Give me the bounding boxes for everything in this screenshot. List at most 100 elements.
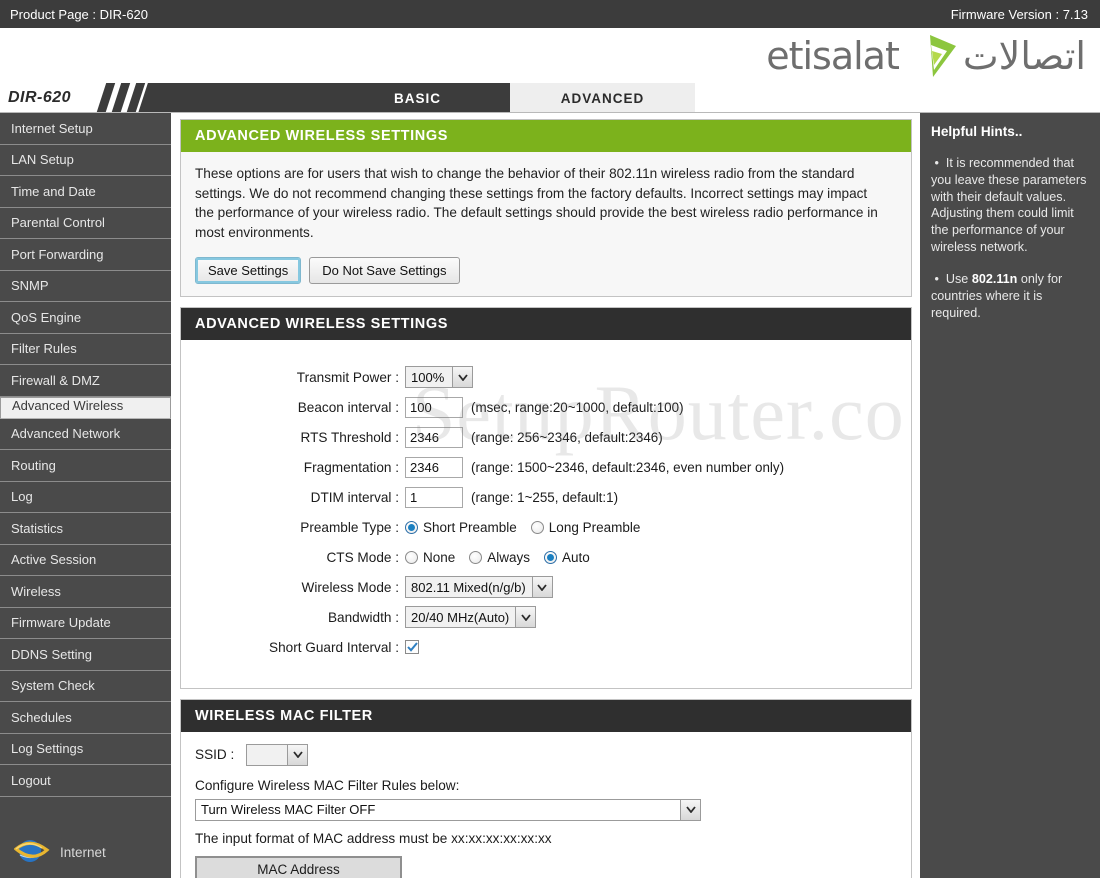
field-bandwidth: Bandwidth : 20/40 MHz(Auto): [195, 606, 897, 629]
sidebar-item-parental-control[interactable]: Parental Control: [0, 207, 171, 239]
page-body: Internet Setup LAN Setup Time and Date P…: [0, 113, 1100, 878]
tab-basic[interactable]: BASIC: [325, 83, 510, 113]
field-preamble-type: Preamble Type : Short Preamble Long Prea…: [195, 516, 897, 539]
brand-name-arabic: اتصالات: [962, 33, 1087, 78]
transmit-power-label: Transmit Power :: [296, 369, 399, 385]
field-wireless-mode: Wireless Mode : 802.11 Mixed(n/g/b): [195, 576, 897, 599]
helpful-hints-sidebar: Helpful Hints.. • It is recommended that…: [920, 113, 1100, 878]
sidebar-item-port-forwarding[interactable]: Port Forwarding: [0, 239, 171, 271]
configure-rules-label: Configure Wireless MAC Filter Rules belo…: [195, 777, 460, 793]
radio-icon: [405, 550, 418, 564]
beacon-interval-input[interactable]: [405, 396, 463, 418]
hints-title: Helpful Hints..: [931, 124, 1023, 139]
rts-threshold-input[interactable]: [405, 426, 463, 448]
field-beacon-interval: Beacon interval : (msec, range:20~1000, …: [195, 396, 897, 419]
nav-slash-decoration: [95, 83, 155, 113]
bandwidth-select[interactable]: 20/40 MHz(Auto): [405, 606, 537, 629]
sidebar-item-advanced-network[interactable]: Advanced Network: [0, 418, 171, 450]
intro-panel-body: These options are for users that wish to…: [181, 152, 911, 296]
sidebar-item-statistics[interactable]: Statistics: [0, 513, 171, 545]
sidebar-item-active-session[interactable]: Active Session: [0, 544, 171, 576]
short-guard-interval-label: Short Guard Interval :: [269, 639, 399, 655]
cts-none-option[interactable]: None: [405, 550, 455, 565]
field-transmit-power: Transmit Power : 100%: [195, 366, 897, 389]
transmit-power-value: 100%: [406, 367, 452, 388]
dtim-interval-input[interactable]: [405, 486, 463, 508]
sidebar-item-wireless[interactable]: Wireless: [0, 576, 171, 608]
sidebar-item-internet-setup[interactable]: Internet Setup: [0, 113, 171, 145]
save-settings-button[interactable]: Save Settings: [195, 256, 302, 284]
fragmentation-input[interactable]: [405, 456, 463, 478]
sidebar-item-logout[interactable]: Logout: [0, 765, 171, 797]
fragmentation-hint: (range: 1500~2346, default:2346, even nu…: [471, 459, 785, 475]
left-sidebar: Internet Setup LAN Setup Time and Date P…: [0, 113, 172, 878]
brand-band: etisalat اتصالات: [0, 28, 1100, 83]
radio-icon: [530, 520, 544, 534]
sidebar-item-routing[interactable]: Routing: [0, 450, 171, 482]
internet-globe-icon: [13, 835, 50, 870]
hint-text-1: It is recommended that you leave these p…: [931, 156, 1087, 254]
sidebar-item-firmware-update[interactable]: Firmware Update: [0, 607, 171, 639]
sidebar-item-lan-setup[interactable]: LAN Setup: [0, 144, 171, 176]
mac-filter-rule-value: Turn Wireless MAC Filter OFF: [196, 799, 680, 820]
chevron-down-icon: [531, 577, 552, 598]
nav-right-fill: [695, 83, 1100, 113]
transmit-power-select[interactable]: 100%: [405, 366, 473, 389]
wireless-mode-value: 802.11 Mixed(n/g/b): [406, 577, 532, 598]
sidebar-item-filter-rules[interactable]: Filter Rules: [0, 333, 171, 365]
chevron-down-icon: [515, 607, 536, 628]
tab-advanced[interactable]: ADVANCED: [510, 83, 695, 113]
field-fragmentation: Fragmentation : (range: 1500~2346, defau…: [195, 456, 897, 479]
bandwidth-value: 20/40 MHz(Auto): [406, 607, 516, 628]
sidebar-item-qos-engine[interactable]: QoS Engine: [0, 302, 171, 334]
rts-threshold-hint: (range: 256~2346, default:2346): [471, 429, 663, 445]
internet-status-label: Internet: [60, 845, 106, 860]
settings-form: Transmit Power : 100% Beacon interval :: [195, 352, 897, 676]
sidebar-item-firewall-dmz[interactable]: Firewall & DMZ: [0, 365, 171, 397]
cts-mode-label: CTS Mode :: [326, 549, 399, 565]
sidebar-item-log[interactable]: Log: [0, 481, 171, 513]
sidebar-item-time-and-date[interactable]: Time and Date: [0, 176, 171, 208]
ssid-label: SSID :: [195, 747, 235, 763]
etisalat-mark-icon: [903, 33, 959, 79]
sidebar-item-schedules[interactable]: Schedules: [0, 702, 171, 734]
intro-button-row: Save Settings Do Not Save Settings: [195, 256, 897, 284]
mac-filter-rule-select[interactable]: Turn Wireless MAC Filter OFF: [195, 798, 701, 821]
cts-auto-option[interactable]: Auto: [544, 550, 590, 565]
preamble-long-option[interactable]: Long Preamble: [530, 520, 640, 535]
sidebar-item-snmp[interactable]: SNMP: [0, 270, 171, 302]
settings-panel-body: Transmit Power : 100% Beacon interval :: [181, 339, 911, 688]
bandwidth-label: Bandwidth :: [327, 609, 399, 625]
intro-description: These options are for users that wish to…: [195, 166, 878, 241]
sidebar-item-log-settings[interactable]: Log Settings: [0, 733, 171, 765]
cts-always-label: Always: [487, 549, 531, 565]
ssid-select[interactable]: [246, 743, 309, 766]
cts-auto-label: Auto: [562, 549, 590, 565]
main-content: ADVANCED WIRELESS SETTINGS These options…: [172, 113, 920, 878]
sidebar-status-area: Internet: [0, 796, 171, 878]
preamble-type-label: Preamble Type :: [300, 519, 399, 535]
wireless-mode-label: Wireless Mode :: [301, 579, 399, 595]
main-nav-strip: DIR-620 BASIC ADVANCED: [0, 83, 1100, 113]
wireless-mac-filter-panel: WIRELESS MAC FILTER SSID : Configure Wir…: [180, 698, 912, 878]
short-guard-interval-checkbox[interactable]: [405, 640, 419, 655]
sidebar-item-advanced-wireless[interactable]: Advanced Wireless: [0, 396, 171, 419]
advanced-wireless-intro-panel: ADVANCED WIRELESS SETTINGS These options…: [180, 119, 912, 297]
etisalat-logo: etisalat اتصالات: [766, 33, 1087, 79]
mac-address-table: MAC Address: [195, 855, 402, 878]
sidebar-item-ddns-setting[interactable]: DDNS Setting: [0, 639, 171, 671]
preamble-short-option[interactable]: Short Preamble: [405, 520, 517, 535]
do-not-save-settings-button[interactable]: Do Not Save Settings: [309, 256, 460, 284]
top-product-bar: Product Page : DIR-620 Firmware Version …: [0, 0, 1100, 28]
settings-panel-title: ADVANCED WIRELESS SETTINGS: [181, 307, 911, 340]
hint-bold-term: 802.11n: [971, 272, 1018, 287]
field-rts-threshold: RTS Threshold : (range: 256~2346, defaul…: [195, 426, 897, 449]
cts-always-option[interactable]: Always: [469, 550, 530, 565]
radio-icon: [405, 520, 418, 534]
sidebar-item-system-check[interactable]: System Check: [0, 670, 171, 702]
cts-none-label: None: [423, 549, 456, 565]
intro-panel-title: ADVANCED WIRELESS SETTINGS: [181, 120, 911, 152]
wireless-mode-select[interactable]: 802.11 Mixed(n/g/b): [405, 576, 553, 599]
mac-address-column-header: MAC Address: [195, 855, 402, 878]
advanced-wireless-settings-panel: ADVANCED WIRELESS SETTINGS Transmit Powe…: [180, 306, 912, 689]
